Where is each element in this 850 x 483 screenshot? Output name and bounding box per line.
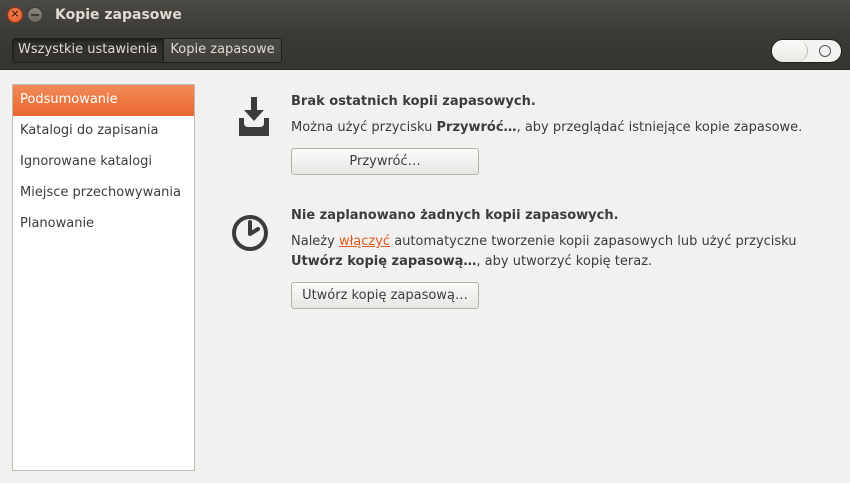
restore-heading: Brak ostatnich kopii zapasowych. [291, 94, 536, 109]
schedule-description: Należy włączyć automatyczne tworzenie ko… [291, 234, 797, 269]
enable-link[interactable]: włączyć [339, 234, 390, 249]
sidebar-item-storage-location[interactable]: Miejsce przechowywania [13, 178, 194, 209]
breadcrumb-backups[interactable]: Kopie zapasowe [164, 39, 281, 62]
sidebar-item-summary[interactable]: Podsumowanie [13, 85, 194, 116]
restore-button[interactable]: Przywróć… [291, 148, 479, 175]
schedule-heading: Nie zaplanowano żadnych kopii zapasowych… [291, 208, 619, 223]
backup-toggle-switch[interactable] [771, 39, 842, 63]
switch-knob [772, 40, 808, 62]
clock-icon [230, 208, 278, 256]
title-bar: × Kopie zapasowe [0, 0, 850, 30]
breadcrumb: Wszystkie ustawienia Kopie zapasowe [12, 38, 282, 63]
toolbar: Wszystkie ustawienia Kopie zapasowe [0, 30, 850, 70]
minimize-button[interactable] [27, 7, 43, 23]
window-title: Kopie zapasowe [55, 7, 182, 23]
breadcrumb-all-settings[interactable]: Wszystkie ustawienia [13, 39, 165, 62]
sidebar-item-scheduling[interactable]: Planowanie [13, 209, 194, 240]
sidebar-item-ignored-folders[interactable]: Ignorowane katalogi [13, 147, 194, 178]
sidebar-item-folders-to-save[interactable]: Katalogi do zapisania [13, 116, 194, 147]
minimize-icon [31, 14, 39, 16]
close-button[interactable]: × [7, 7, 23, 23]
download-tray-icon [230, 94, 278, 142]
switch-off-icon [819, 45, 831, 57]
create-backup-button[interactable]: Utwórz kopię zapasową… [291, 282, 479, 309]
restore-description: Można użyć przycisku Przywróć…, aby prze… [291, 120, 803, 135]
close-icon: × [10, 7, 20, 20]
sidebar: Podsumowanie Katalogi do zapisania Ignor… [12, 84, 195, 471]
